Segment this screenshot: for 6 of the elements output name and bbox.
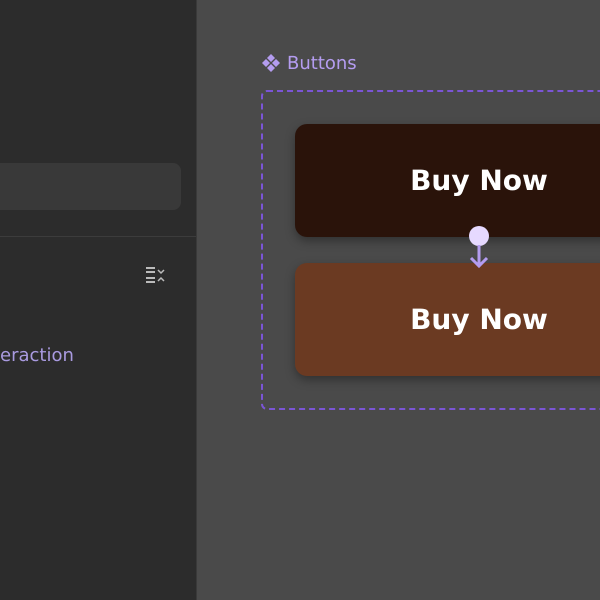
- component-set-title: Buttons: [287, 52, 357, 74]
- buy-now-button[interactable]: Buy Now: [295, 263, 600, 376]
- prototype-connector-icon: [466, 225, 492, 269]
- component-icon: [261, 53, 281, 73]
- interaction-label: eraction: [0, 345, 74, 366]
- buy-now-button[interactable]: Buy Now: [295, 124, 600, 237]
